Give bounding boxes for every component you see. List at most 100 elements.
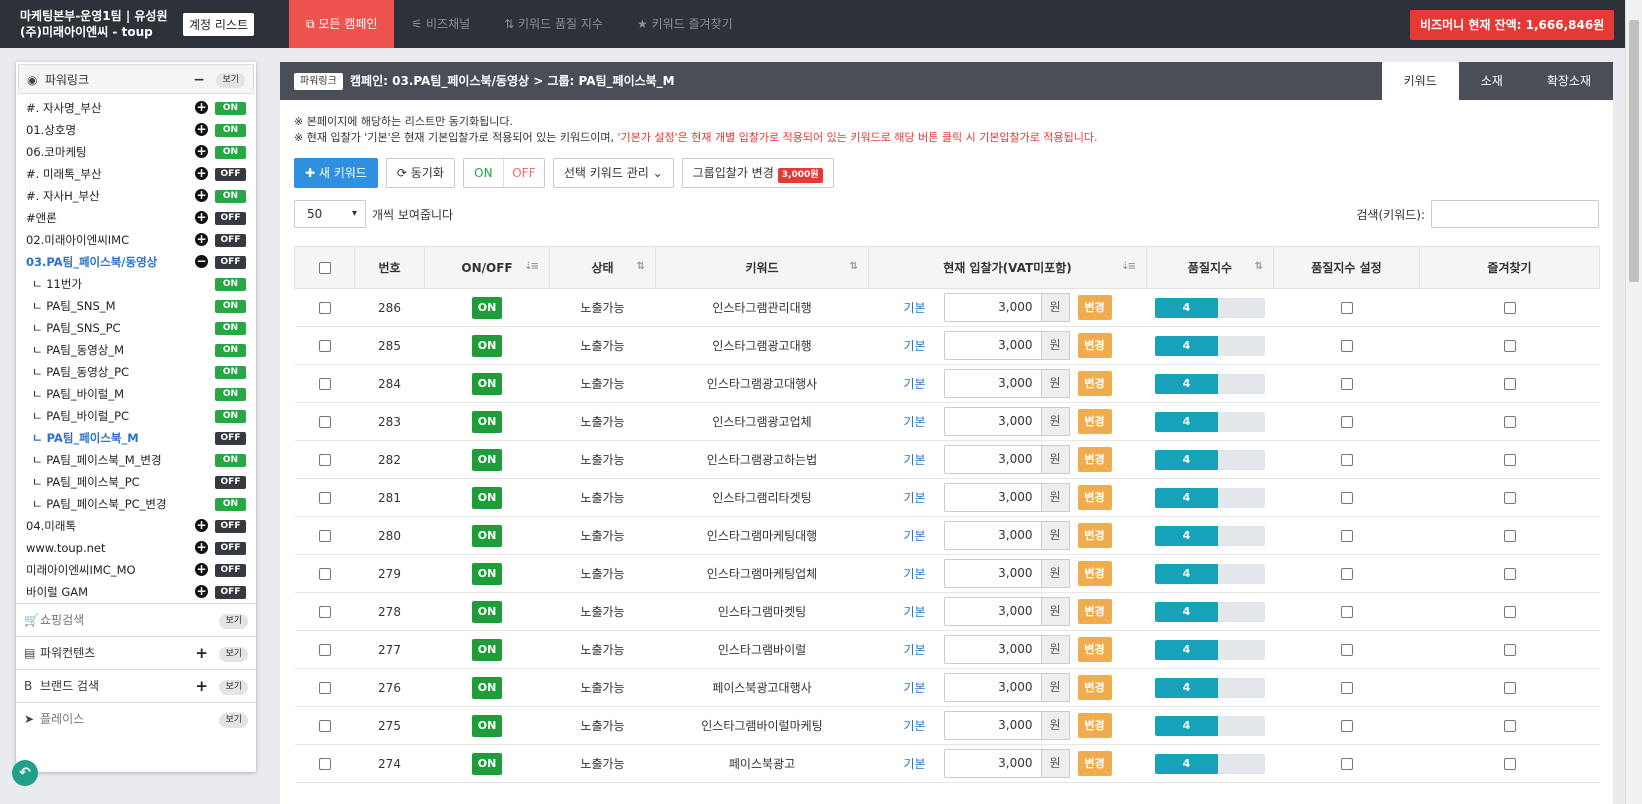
status-toggle[interactable]: ON xyxy=(215,146,246,159)
row-checkbox[interactable] xyxy=(318,682,331,694)
sort-icon[interactable]: ⇅ xyxy=(637,261,646,272)
favorite-checkbox[interactable] xyxy=(1503,682,1516,694)
sidebar-campaign-item[interactable]: 06.코마케팅 + ON xyxy=(16,141,256,163)
status-toggle[interactable]: ON xyxy=(215,454,246,467)
bid-change-button[interactable]: 변경 xyxy=(1077,637,1112,662)
favorite-checkbox[interactable] xyxy=(1503,492,1516,504)
plus-icon[interactable]: + xyxy=(195,670,208,703)
bid-change-button[interactable]: 변경 xyxy=(1077,561,1112,586)
bid-amount-input[interactable]: 3,000 xyxy=(943,749,1042,778)
row-checkbox[interactable] xyxy=(318,568,331,580)
bid-basic-link[interactable]: 기본 xyxy=(904,451,944,468)
plus-circle-icon[interactable]: + xyxy=(195,123,208,136)
plus-circle-icon[interactable]: + xyxy=(195,585,208,598)
status-toggle[interactable]: OFF xyxy=(215,586,246,599)
row-checkbox[interactable] xyxy=(318,340,331,352)
bid-change-button[interactable]: 변경 xyxy=(1077,447,1112,472)
bid-basic-link[interactable]: 기본 xyxy=(904,565,944,582)
sidebar-campaign-item[interactable]: ㄴ PA팀_바이럴_M ON xyxy=(16,383,256,405)
bid-change-button[interactable]: 변경 xyxy=(1077,485,1112,510)
bid-change-button[interactable]: 변경 xyxy=(1077,295,1112,320)
sidebar-campaign-item[interactable]: #앤론 + OFF xyxy=(16,207,256,229)
sidebar-section[interactable]: ▤ 파워컨텐츠 + 보기 xyxy=(16,636,256,669)
status-toggle[interactable]: OFF xyxy=(215,212,246,225)
bid-amount-input[interactable]: 3,000 xyxy=(943,445,1042,474)
sidebar-campaign-item[interactable]: ㄴ 11번가 ON xyxy=(16,273,256,295)
minus-circle-icon[interactable]: − xyxy=(195,255,208,268)
bid-amount-input[interactable]: 3,000 xyxy=(943,521,1042,550)
onoff-toggle[interactable]: ON xyxy=(472,334,502,357)
keyword-search-input[interactable] xyxy=(1431,200,1599,228)
sidebar-campaign-item[interactable]: 04.미래톡 + OFF xyxy=(16,515,256,537)
quality-setting-checkbox[interactable] xyxy=(1340,644,1353,656)
status-toggle[interactable]: ON xyxy=(215,344,246,357)
quality-setting-checkbox[interactable] xyxy=(1340,568,1353,580)
bid-change-button[interactable]: 변경 xyxy=(1077,523,1112,548)
bid-basic-link[interactable]: 기본 xyxy=(904,413,944,430)
quality-setting-checkbox[interactable] xyxy=(1340,302,1353,314)
bid-basic-link[interactable]: 기본 xyxy=(904,337,944,354)
view-button[interactable]: 보기 xyxy=(219,680,248,695)
bid-change-button[interactable]: 변경 xyxy=(1077,751,1112,776)
col-quality[interactable]: 품질지수 ⇅ xyxy=(1146,246,1274,289)
onoff-toggle[interactable]: ON xyxy=(472,714,502,737)
page-scrollbar[interactable] xyxy=(1625,0,1642,804)
favorite-checkbox[interactable] xyxy=(1503,606,1516,618)
manage-keywords-dropdown[interactable]: 선택 키워드 관리 ⌄ xyxy=(552,158,674,188)
row-checkbox[interactable] xyxy=(318,758,331,770)
quality-setting-checkbox[interactable] xyxy=(1340,758,1353,770)
sidebar-campaign-item[interactable]: ㄴ PA팀_SNS_PC ON xyxy=(16,317,256,339)
col-keyword[interactable]: 키워드 ⇅ xyxy=(655,246,869,289)
onoff-toggle[interactable]: ON xyxy=(472,676,502,699)
quality-setting-checkbox[interactable] xyxy=(1340,492,1353,504)
quality-setting-checkbox[interactable] xyxy=(1340,378,1353,390)
onoff-toggle[interactable]: ON xyxy=(472,486,502,509)
status-toggle[interactable]: OFF xyxy=(215,476,246,489)
favorite-checkbox[interactable] xyxy=(1503,530,1516,542)
onoff-toggle[interactable]: ON xyxy=(472,296,502,319)
bid-change-button[interactable]: 변경 xyxy=(1077,371,1112,396)
status-toggle[interactable]: ON xyxy=(215,322,246,335)
row-checkbox[interactable] xyxy=(318,302,331,314)
collapse-icon[interactable]: − xyxy=(193,65,205,95)
plus-circle-icon[interactable]: + xyxy=(195,233,208,246)
row-checkbox[interactable] xyxy=(318,492,331,504)
bid-amount-input[interactable]: 3,000 xyxy=(943,369,1042,398)
sort-desc-icon[interactable]: ⇣≡ xyxy=(524,261,539,272)
status-toggle[interactable]: OFF xyxy=(215,520,246,533)
group-bid-button[interactable]: 그룹입찰가 변경 3,000원 xyxy=(681,158,834,188)
row-checkbox[interactable] xyxy=(318,454,331,466)
bid-change-button[interactable]: 변경 xyxy=(1077,333,1112,358)
quality-setting-checkbox[interactable] xyxy=(1340,720,1353,732)
bid-change-button[interactable]: 변경 xyxy=(1077,713,1112,738)
favorite-checkbox[interactable] xyxy=(1503,340,1516,352)
tab-1[interactable]: 키워드 xyxy=(1381,62,1459,100)
bid-basic-link[interactable]: 기본 xyxy=(904,603,944,620)
bulk-off-button[interactable]: OFF xyxy=(504,159,544,187)
sidebar-campaign-item[interactable]: #. 자사H_부산 + ON xyxy=(16,185,256,207)
view-button[interactable]: 보기 xyxy=(219,647,248,662)
status-toggle[interactable]: OFF xyxy=(215,168,246,181)
sidebar-header-powerlink[interactable]: ◉ 파워링크 − 보기 xyxy=(18,64,254,94)
sidebar-campaign-item[interactable]: ㄴ PA팀_동영상_M ON xyxy=(16,339,256,361)
sort-icon[interactable]: ⇅ xyxy=(1255,261,1264,272)
bid-basic-link[interactable]: 기본 xyxy=(904,527,944,544)
favorite-checkbox[interactable] xyxy=(1503,758,1516,770)
bid-amount-input[interactable]: 3,000 xyxy=(943,597,1042,626)
favorite-checkbox[interactable] xyxy=(1503,454,1516,466)
bid-basic-link[interactable]: 기본 xyxy=(904,299,944,316)
row-checkbox[interactable] xyxy=(318,644,331,656)
plus-circle-icon[interactable]: + xyxy=(195,101,208,114)
row-checkbox[interactable] xyxy=(318,378,331,390)
view-button[interactable]: 보기 xyxy=(219,614,248,629)
bid-amount-input[interactable]: 3,000 xyxy=(943,635,1042,664)
status-toggle[interactable]: ON xyxy=(215,102,246,115)
sidebar-section[interactable]: B 브랜드 검색 + 보기 xyxy=(16,669,256,702)
quality-setting-checkbox[interactable] xyxy=(1340,682,1353,694)
top-nav-item[interactable]: ⧉ 모든 캠페인 xyxy=(289,0,395,48)
status-toggle[interactable]: ON xyxy=(215,278,246,291)
sidebar-campaign-item[interactable]: www.toup.net + OFF xyxy=(16,537,256,559)
view-button[interactable]: 보기 xyxy=(216,73,245,88)
bid-basic-link[interactable]: 기본 xyxy=(904,489,944,506)
sidebar-campaign-item[interactable]: ㄴ PA팀_페이스북_PC OFF xyxy=(16,471,256,493)
